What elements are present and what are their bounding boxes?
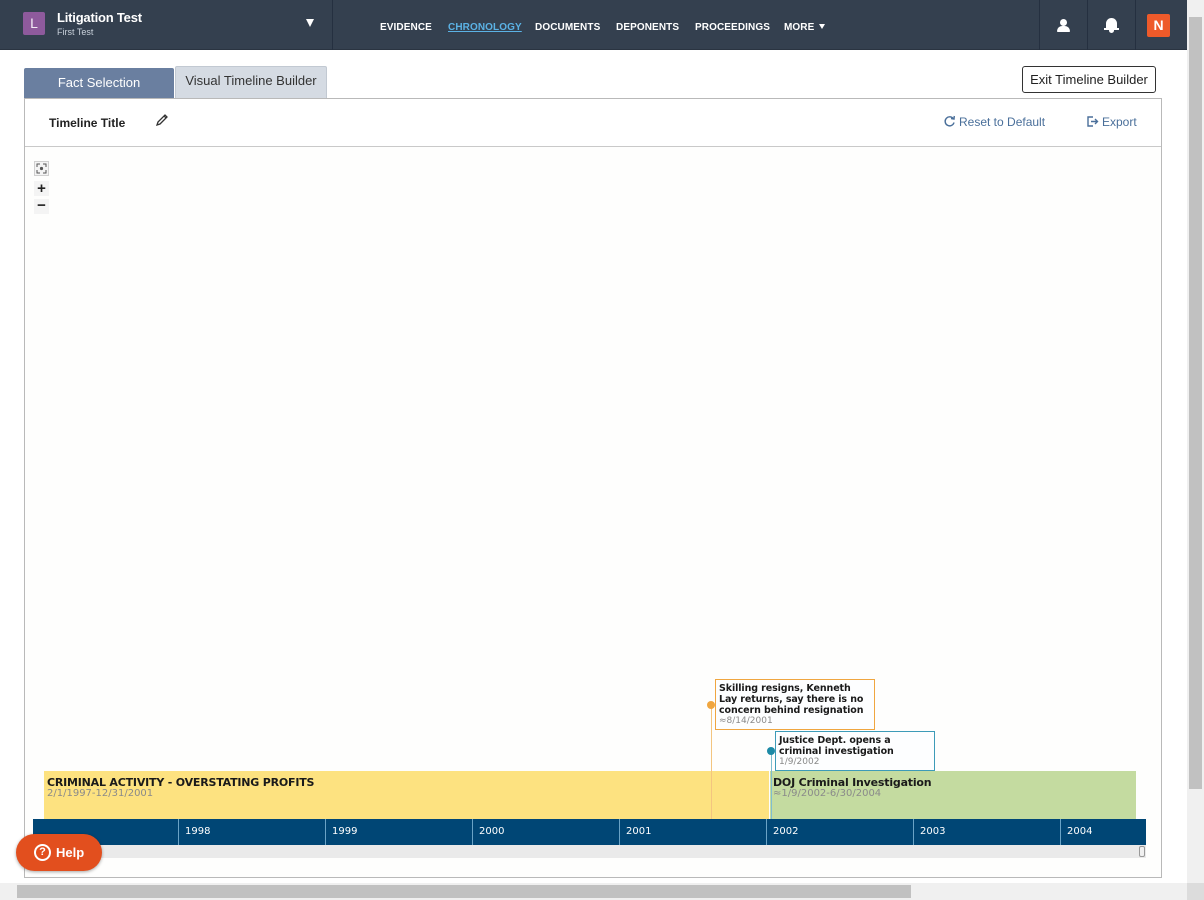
case-selector[interactable]: L Litigation Test First Test (0, 0, 333, 50)
help-label: Help (56, 845, 85, 860)
brand-logo-icon: N (1147, 14, 1170, 37)
case-avatar: L (23, 12, 45, 35)
question-icon: ? (34, 844, 51, 861)
year-tick: 2003 (913, 819, 945, 845)
event-callout[interactable]: Skilling resigns, Kenneth Lay returns, s… (715, 679, 875, 730)
caret-down-icon (819, 24, 826, 29)
case-name: Litigation Test (57, 10, 142, 25)
year-tick: 1998 (178, 819, 210, 845)
year-label: 2002 (773, 826, 799, 837)
vertical-scrollbar-thumb[interactable] (1189, 17, 1202, 789)
timeline-scrollbar[interactable] (33, 845, 1146, 858)
event-marker[interactable] (707, 701, 715, 709)
reset-to-default-button[interactable]: Reset to Default (943, 115, 1045, 129)
fit-screen-icon (36, 163, 47, 174)
top-navigation-bar: L Litigation Test First Test EVIDENCE CH… (0, 0, 1187, 50)
exit-timeline-builder-button[interactable]: Exit Timeline Builder (1022, 66, 1156, 93)
timeline-title: Timeline Title (49, 116, 126, 130)
event-date: 1/9/2002 (779, 757, 820, 767)
brand-menu-button[interactable]: N (1135, 0, 1183, 50)
pencil-icon[interactable] (155, 113, 169, 127)
event-date: ≈8/14/2001 (719, 716, 773, 726)
bell-icon-clapper (1109, 30, 1114, 33)
period-band[interactable]: DOJ Criminal Investigation ≈1/9/2002-6/3… (770, 771, 1136, 819)
horizontal-scrollbar-thumb[interactable] (17, 885, 911, 898)
reset-label: Reset to Default (959, 115, 1046, 129)
export-label: Export (1102, 115, 1137, 129)
nav-more[interactable]: MORE (784, 22, 826, 33)
year-tick: 2001 (619, 819, 651, 845)
year-label: 2004 (1067, 826, 1093, 837)
fit-to-screen-button[interactable] (34, 161, 49, 176)
year-tick: 2002 (766, 819, 798, 845)
nav-evidence[interactable]: EVIDENCE (380, 22, 432, 33)
user-icon (1060, 19, 1067, 26)
timeline-axis: 1998 1999 2000 2001 2002 2003 2004 (33, 819, 1146, 845)
event-title: Skilling resigns, Kenneth Lay returns, s… (719, 683, 864, 716)
user-icon-body (1057, 26, 1070, 32)
year-tick: 1999 (325, 819, 357, 845)
timeline-panel: Timeline Title Reset to Default Export +… (24, 98, 1162, 878)
year-label: 2003 (920, 826, 946, 837)
tab-visual-timeline-builder[interactable]: Visual Timeline Builder (175, 66, 327, 98)
period-band[interactable]: CRIMINAL ACTIVITY - OVERSTATING PROFITS … (44, 771, 769, 819)
refresh-icon (944, 115, 955, 127)
notifications-button[interactable] (1087, 0, 1135, 50)
nav-deponents[interactable]: DEPONENTS (616, 22, 679, 33)
event-stem (771, 753, 772, 819)
chevron-down-icon[interactable] (306, 19, 314, 27)
help-button[interactable]: ? Help (16, 834, 102, 871)
export-icon (1087, 116, 1099, 127)
event-title: Justice Dept. opens a criminal investiga… (779, 735, 894, 757)
year-label: 1999 (332, 826, 358, 837)
nav-chronology[interactable]: CHRONOLOGY (448, 22, 522, 33)
event-marker[interactable] (767, 747, 775, 755)
nav-proceedings[interactable]: PROCEEDINGS (695, 22, 770, 33)
year-label: 2000 (479, 826, 505, 837)
zoom-in-button[interactable]: + (34, 181, 49, 196)
nav-documents[interactable]: DOCUMENTS (535, 22, 600, 33)
scrollbar-handle[interactable] (1139, 846, 1145, 857)
year-label: 1998 (185, 826, 211, 837)
nav-more-label: MORE (784, 22, 815, 33)
tab-fact-selection[interactable]: Fact Selection (24, 68, 174, 98)
period-dates: 2/1/1997-12/31/2001 (47, 788, 154, 799)
user-menu-button[interactable] (1039, 0, 1087, 50)
year-tick: 2004 (1060, 819, 1092, 845)
case-subtitle: First Test (57, 27, 94, 37)
export-button[interactable]: Export (1086, 115, 1137, 129)
period-dates: ≈1/9/2002-6/30/2004 (773, 788, 882, 799)
event-stem (711, 707, 712, 819)
year-tick: 2000 (472, 819, 504, 845)
zoom-out-button[interactable]: − (34, 198, 49, 214)
event-callout[interactable]: Justice Dept. opens a criminal investiga… (775, 731, 935, 771)
year-label: 2001 (626, 826, 652, 837)
scrollbar-corner (1187, 883, 1204, 900)
timeline-toolbar: Timeline Title Reset to Default Export (25, 99, 1161, 147)
